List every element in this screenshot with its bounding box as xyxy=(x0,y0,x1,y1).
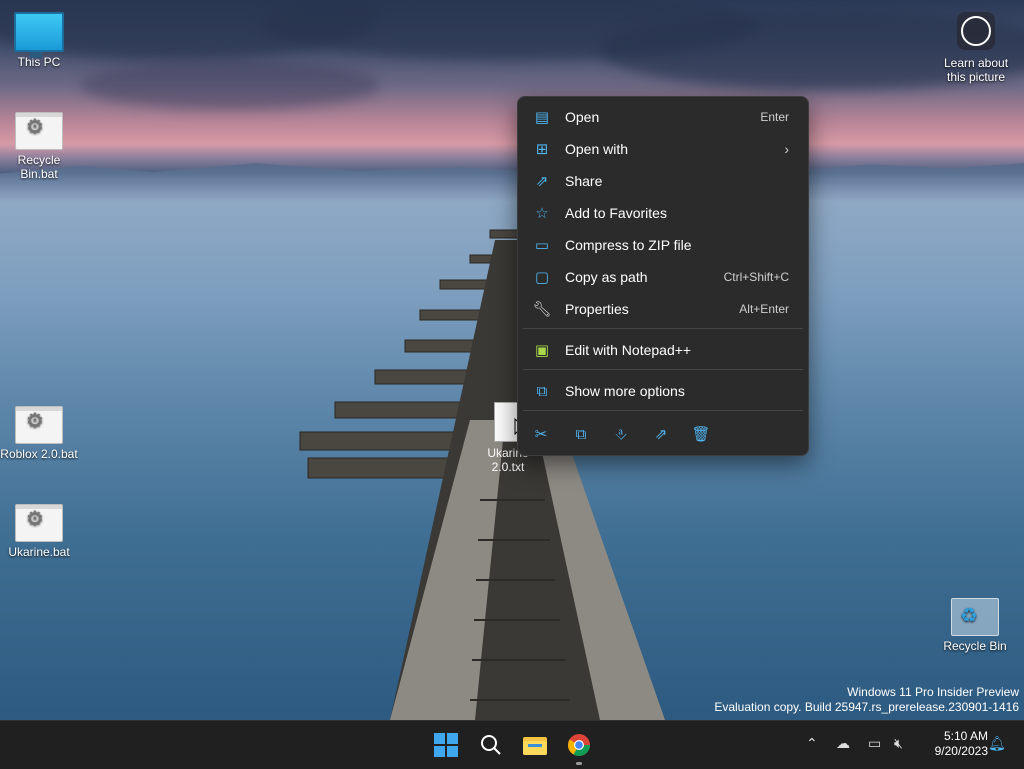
menu-item-label: Share xyxy=(565,173,603,189)
chevron-up-icon[interactable]: ⌃ xyxy=(806,735,818,752)
start-button[interactable] xyxy=(432,731,460,759)
desktop-icon-label: Recycle Bin.bat xyxy=(17,153,61,181)
zip-folder-icon: ▭ xyxy=(534,237,550,254)
open-with-icon: ⊞ xyxy=(535,141,549,158)
context-menu: ▤ Open Enter ⊞ Open with › ⇗ Share ☆ Add… xyxy=(517,96,809,456)
clock-time: 5:10 AM xyxy=(943,729,988,743)
learn-label: Learn about this picture xyxy=(943,56,1009,84)
desktop-icon-ukarine-bat[interactable]: ⚙ Ukarine.bat xyxy=(0,504,78,559)
recycle-bin-icon: ♻ xyxy=(951,598,999,636)
cut-icon[interactable]: ✂ xyxy=(530,423,552,445)
context-menu-toolbar: ✂ ⧉ ⎀ ⇗ 🗑︎ xyxy=(518,415,808,453)
desktop-icon-recycle-bin-bat[interactable]: ⚙ Recycle Bin.bat xyxy=(0,112,78,181)
menu-item-shortcut: Ctrl+Shift+C xyxy=(723,270,789,284)
menu-item-share[interactable]: ⇗ Share xyxy=(523,166,803,196)
camera-lens-icon xyxy=(957,12,995,50)
star-icon: ☆ xyxy=(535,205,549,222)
delete-icon[interactable]: 🗑︎ xyxy=(690,423,712,445)
menu-item-copy-as-path[interactable]: ▢ Copy as path Ctrl+Shift+C xyxy=(523,262,803,292)
clock[interactable]: 5:10 AM 9/20/2023 xyxy=(918,729,988,759)
clock-date: 9/20/2023 xyxy=(934,744,988,758)
menu-separator xyxy=(523,328,803,329)
desktop-wallpaper[interactable] xyxy=(0,0,1024,720)
volume-muted-icon[interactable]: 🔇︎ xyxy=(894,735,903,752)
menu-item-label: Open xyxy=(565,109,600,125)
network-icon[interactable]: ▭ xyxy=(868,735,881,752)
desktop-icon-label: Recycle Bin xyxy=(943,639,1007,653)
menu-item-label: Add to Favorites xyxy=(565,205,667,221)
windows-start-icon xyxy=(434,733,458,757)
menu-separator xyxy=(523,369,803,370)
share-icon: ⇗ xyxy=(535,173,549,190)
chrome-icon xyxy=(568,734,590,756)
batch-file-icon: ⚙ xyxy=(15,112,63,150)
rename-icon[interactable]: ⎀ xyxy=(610,423,632,445)
desktop-icon-label: Ukarine.bat xyxy=(8,545,70,559)
desktop-icon-label: Roblox 2.0.bat xyxy=(0,447,78,461)
file-explorer-icon xyxy=(523,737,547,755)
menu-item-label: Edit with Notepad++ xyxy=(565,342,692,358)
onedrive-icon[interactable]: ☁ xyxy=(836,735,850,752)
copy-icon[interactable]: ⧉ xyxy=(570,423,592,445)
taskbar: ⌃ ☁ ▭ 🔇︎ 5:10 AM 9/20/2023 🔔︎ xyxy=(0,720,1024,769)
menu-item-properties[interactable]: 🔧︎ Properties Alt+Enter xyxy=(523,294,803,324)
menu-item-label: Open with xyxy=(565,141,629,157)
menu-item-label: Copy as path xyxy=(565,269,648,285)
notepad-icon: ▤ xyxy=(534,109,550,126)
desktop-icon-recycle-bin[interactable]: ♻ Recycle Bin xyxy=(936,598,1014,653)
pier-illustration xyxy=(299,229,665,720)
desktop-icon-roblox-bat[interactable]: ⚙ Roblox 2.0.bat xyxy=(0,406,78,461)
search-icon xyxy=(481,735,501,755)
windows-watermark: Windows 11 Pro Insider Preview Evaluatio… xyxy=(714,685,1019,715)
copy-path-icon: ▢ xyxy=(534,269,550,286)
search-button[interactable] xyxy=(477,731,505,759)
menu-item-shortcut: Alt+Enter xyxy=(739,302,789,316)
menu-item-compress-zip[interactable]: ▭ Compress to ZIP file xyxy=(523,230,803,260)
batch-file-icon: ⚙ xyxy=(15,504,63,542)
menu-item-add-to-favorites[interactable]: ☆ Add to Favorites xyxy=(523,198,803,228)
share-icon[interactable]: ⇗ xyxy=(650,423,672,445)
watermark-line: Windows 11 Pro Insider Preview xyxy=(847,685,1019,699)
monitor-icon xyxy=(14,12,64,58)
menu-item-label: Compress to ZIP file xyxy=(565,237,692,253)
file-explorer-button[interactable] xyxy=(521,731,549,759)
running-indicator xyxy=(576,762,582,765)
batch-file-icon: ⚙ xyxy=(15,406,63,444)
menu-item-open-with[interactable]: ⊞ Open with › xyxy=(523,134,803,164)
menu-item-edit-notepadpp[interactable]: ▣ Edit with Notepad++ xyxy=(523,335,803,365)
menu-item-open[interactable]: ▤ Open Enter xyxy=(523,102,803,132)
menu-item-shortcut: Enter xyxy=(760,110,789,124)
menu-separator xyxy=(523,410,803,411)
chrome-button[interactable] xyxy=(565,731,593,759)
watermark-line: Evaluation copy. Build 25947.rs_prerelea… xyxy=(714,700,1019,714)
menu-item-show-more-options[interactable]: ⧉ Show more options xyxy=(523,376,803,406)
menu-item-label: Properties xyxy=(565,301,629,317)
menu-item-label: Show more options xyxy=(565,383,685,399)
more-options-icon: ⧉ xyxy=(536,382,548,400)
notification-bell-icon[interactable]: 🔔︎ xyxy=(988,735,1006,752)
wrench-icon: 🔧︎ xyxy=(532,301,552,318)
desktop-icon-this-pc[interactable]: This PC xyxy=(0,12,78,69)
chevron-right-icon: › xyxy=(784,141,789,157)
notepadpp-icon: ▣ xyxy=(534,342,550,359)
learn-about-picture[interactable]: Learn about this picture xyxy=(938,12,1014,84)
